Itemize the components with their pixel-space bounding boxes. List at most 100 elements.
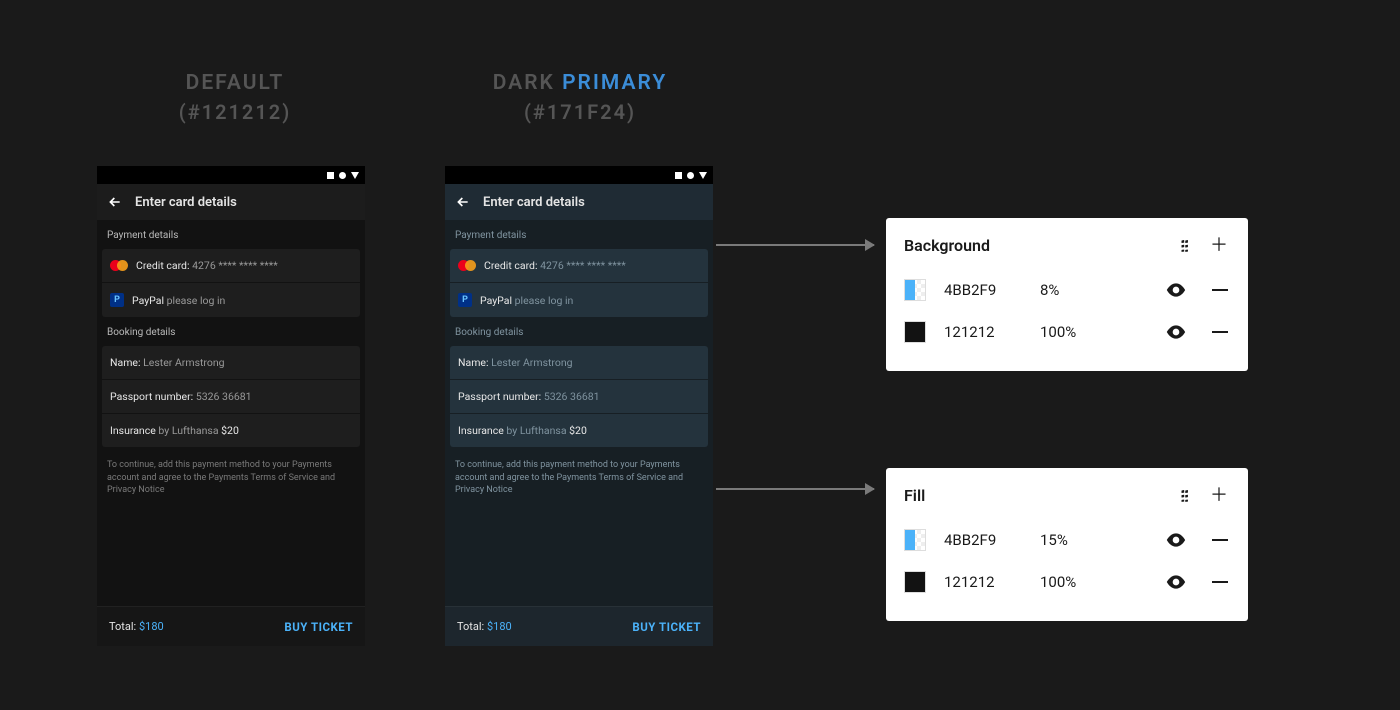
checkout-footer: Total: $180 BUY TICKET bbox=[445, 606, 713, 646]
passport-row[interactable]: Passport number: 5326 36681 bbox=[102, 380, 360, 414]
add-fill-icon[interactable]: ＋ bbox=[1210, 237, 1228, 255]
heading-primary-word1: Dark bbox=[493, 71, 562, 95]
back-icon[interactable] bbox=[455, 194, 471, 210]
panel-title-background: Background bbox=[904, 236, 990, 255]
fill-panel: Fill ፧፧ ＋ 4BB2F9 15% 121212 100% bbox=[886, 468, 1248, 621]
fineprint: To continue, add this payment method to … bbox=[97, 447, 365, 509]
paypal-icon: P bbox=[110, 293, 124, 307]
credit-masked: 4276 **** **** **** bbox=[540, 259, 626, 272]
name-row[interactable]: Name: Lester Armstrong bbox=[450, 346, 708, 380]
insurance-row[interactable]: Insurance by Lufthansa $20 bbox=[102, 414, 360, 447]
heading-default: Default (#121212) bbox=[105, 68, 365, 127]
heading-primary: Dark Primary (#171F24) bbox=[445, 68, 715, 127]
status-triangle-icon bbox=[351, 172, 359, 179]
booking-rows: Name: Lester Armstrong Passport number: … bbox=[102, 346, 360, 447]
arrow-to-fill-panel bbox=[716, 488, 874, 490]
paypal-hint: please log in bbox=[167, 294, 226, 307]
color-swatch[interactable] bbox=[904, 321, 926, 343]
background-panel: Background ፧፧ ＋ 4BB2F9 8% 121212 100% bbox=[886, 218, 1248, 371]
appbar: Enter card details bbox=[97, 184, 365, 220]
phone-mock-dark-primary: Enter card details Payment details Credi… bbox=[445, 166, 713, 646]
panel-title-fill: Fill bbox=[904, 486, 925, 505]
mastercard-icon bbox=[110, 260, 128, 272]
drag-grip-icon[interactable]: ፧፧ bbox=[1181, 241, 1188, 251]
fill-row[interactable]: 4BB2F9 8% bbox=[904, 269, 1228, 311]
status-circle-icon bbox=[339, 172, 346, 179]
total-value: $180 bbox=[487, 620, 512, 633]
insurance-label: Insurance bbox=[110, 424, 156, 437]
credit-masked: 4276 **** **** **** bbox=[192, 259, 278, 272]
fill-hex[interactable]: 4BB2F9 bbox=[944, 281, 1022, 299]
color-swatch[interactable] bbox=[904, 571, 926, 593]
paypal-hint: please log in bbox=[515, 294, 574, 307]
insurance-by: by Lufthansa bbox=[158, 424, 218, 437]
color-swatch[interactable] bbox=[904, 529, 926, 551]
insurance-row[interactable]: Insurance by Lufthansa $20 bbox=[450, 414, 708, 447]
visibility-icon[interactable] bbox=[1166, 325, 1186, 339]
fill-opacity[interactable]: 8% bbox=[1040, 281, 1090, 299]
mastercard-icon bbox=[458, 260, 476, 272]
remove-fill-icon[interactable] bbox=[1212, 581, 1228, 583]
paypal-icon: P bbox=[458, 293, 472, 307]
heading-primary-hex: (#171F24) bbox=[445, 98, 715, 127]
name-value: Lester Armstrong bbox=[143, 356, 224, 369]
paypal-row[interactable]: P PayPal please log in bbox=[450, 283, 708, 317]
remove-fill-icon[interactable] bbox=[1212, 539, 1228, 541]
passport-row[interactable]: Passport number: 5326 36681 bbox=[450, 380, 708, 414]
buy-ticket-button[interactable]: BUY TICKET bbox=[284, 620, 353, 634]
name-value: Lester Armstrong bbox=[491, 356, 572, 369]
fill-opacity[interactable]: 15% bbox=[1040, 531, 1090, 549]
heading-default-hex: (#121212) bbox=[105, 98, 365, 127]
fill-hex[interactable]: 4BB2F9 bbox=[944, 531, 1022, 549]
heading-default-word: Default bbox=[105, 68, 365, 98]
payment-section-title: Payment details bbox=[97, 220, 365, 249]
fill-hex[interactable]: 121212 bbox=[944, 573, 1022, 591]
appbar-title: Enter card details bbox=[483, 195, 585, 210]
status-circle-icon bbox=[687, 172, 694, 179]
color-swatch[interactable] bbox=[904, 279, 926, 301]
passport-label: Passport number: bbox=[110, 390, 193, 403]
arrow-to-background-panel bbox=[716, 244, 874, 246]
fill-hex[interactable]: 121212 bbox=[944, 323, 1022, 341]
name-label: Name: bbox=[458, 356, 489, 369]
fill-row[interactable]: 4BB2F9 15% bbox=[904, 519, 1228, 561]
statusbar bbox=[445, 166, 713, 184]
visibility-icon[interactable] bbox=[1166, 575, 1186, 589]
total-value: $180 bbox=[139, 620, 164, 633]
add-fill-icon[interactable]: ＋ bbox=[1210, 487, 1228, 505]
buy-ticket-button[interactable]: BUY TICKET bbox=[632, 620, 701, 634]
checkout-footer: Total: $180 BUY TICKET bbox=[97, 606, 365, 646]
fill-opacity[interactable]: 100% bbox=[1040, 323, 1090, 341]
fill-row[interactable]: 121212 100% bbox=[904, 561, 1228, 603]
credit-label: Credit card: bbox=[136, 259, 190, 272]
phone-mock-default: Enter card details Payment details Credi… bbox=[97, 166, 365, 646]
paypal-label: PayPal bbox=[480, 294, 512, 307]
heading-primary-word2: Primary bbox=[562, 71, 667, 95]
paypal-row[interactable]: P PayPal please log in bbox=[102, 283, 360, 317]
drag-grip-icon[interactable]: ፧፧ bbox=[1181, 491, 1188, 501]
credit-card-row[interactable]: Credit card: 4276 **** **** **** bbox=[102, 249, 360, 283]
name-row[interactable]: Name: Lester Armstrong bbox=[102, 346, 360, 380]
fill-opacity[interactable]: 100% bbox=[1040, 573, 1090, 591]
insurance-price: $20 bbox=[569, 424, 587, 437]
visibility-icon[interactable] bbox=[1166, 533, 1186, 547]
appbar: Enter card details bbox=[445, 184, 713, 220]
credit-card-row[interactable]: Credit card: 4276 **** **** **** bbox=[450, 249, 708, 283]
booking-section-title: Booking details bbox=[445, 317, 713, 346]
payment-section-title: Payment details bbox=[445, 220, 713, 249]
appbar-title: Enter card details bbox=[135, 195, 237, 210]
booking-section-title: Booking details bbox=[97, 317, 365, 346]
visibility-icon[interactable] bbox=[1166, 283, 1186, 297]
remove-fill-icon[interactable] bbox=[1212, 331, 1228, 333]
fineprint: To continue, add this payment method to … bbox=[445, 447, 713, 509]
back-icon[interactable] bbox=[107, 194, 123, 210]
passport-value: 5326 36681 bbox=[196, 390, 252, 403]
fill-row[interactable]: 121212 100% bbox=[904, 311, 1228, 353]
insurance-price: $20 bbox=[221, 424, 239, 437]
remove-fill-icon[interactable] bbox=[1212, 289, 1228, 291]
insurance-label: Insurance bbox=[458, 424, 504, 437]
payment-rows: Credit card: 4276 **** **** **** P PayPa… bbox=[102, 249, 360, 317]
status-square-icon bbox=[327, 172, 334, 179]
passport-label: Passport number: bbox=[458, 390, 541, 403]
status-square-icon bbox=[675, 172, 682, 179]
